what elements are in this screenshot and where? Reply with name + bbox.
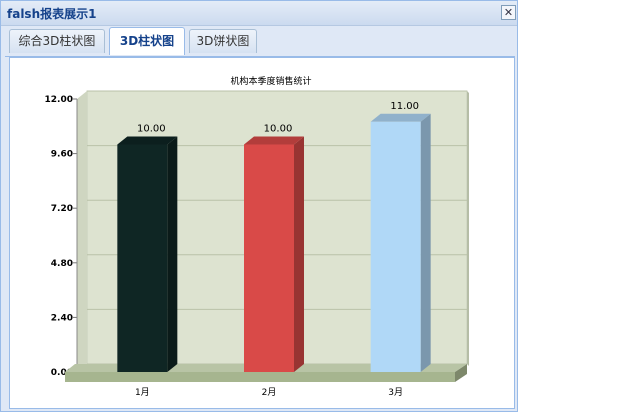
- close-icon[interactable]: ✕: [501, 5, 516, 20]
- bar-value-label: 11.00: [390, 101, 419, 112]
- y-tick-label: 9.60: [51, 150, 73, 160]
- bar-side: [294, 136, 304, 372]
- tab-combined-3d-bar[interactable]: 综合3D柱状图: [9, 29, 105, 53]
- report-window: falsh报表展示1 ✕ 综合3D柱状图 3D柱状图 3D饼状图 机构本季度销售…: [0, 0, 518, 412]
- bar-top: [370, 113, 431, 122]
- bar: [370, 121, 421, 372]
- bar-side: [167, 136, 178, 372]
- y-tick-label: 12.00: [45, 95, 73, 105]
- x-tick-label: 3月: [388, 387, 403, 398]
- x-tick-label: 2月: [262, 387, 277, 398]
- bar: [117, 144, 168, 372]
- bar: [244, 144, 294, 372]
- window-titlebar[interactable]: falsh报表展示1 ✕: [1, 1, 517, 26]
- tab-strip: 综合3D柱状图 3D柱状图 3D饼状图: [5, 26, 515, 57]
- bar-value-label: 10.00: [137, 124, 166, 135]
- bar-chart: 机构本季度销售统计0.002.404.807.209.6012.0010.001…: [45, 75, 469, 398]
- tab-3d-bar[interactable]: 3D柱状图: [109, 27, 185, 55]
- bar-top: [117, 136, 178, 145]
- bar-top: [244, 136, 304, 145]
- plot-side-wall: [467, 91, 469, 366]
- bar-value-label: 10.00: [264, 124, 293, 135]
- y-tick-label: 2.40: [51, 313, 73, 323]
- chart-panel: 机构本季度销售统计 0.00 2.40 4.80 7.20 9.60 12.00 10.00 1…: [9, 57, 515, 409]
- tab-3d-pie[interactable]: 3D饼状图: [189, 29, 257, 53]
- plot-left-wall: [77, 91, 87, 372]
- x-tick-label: 1月: [135, 387, 150, 398]
- chart-title: 机构本季度销售统计: [230, 75, 311, 87]
- window-title: falsh报表展示1: [7, 7, 97, 21]
- y-tick-label: 4.80: [51, 259, 73, 269]
- floor-front: [65, 372, 455, 382]
- y-tick-label: 7.20: [51, 204, 73, 214]
- bar-side: [420, 113, 431, 372]
